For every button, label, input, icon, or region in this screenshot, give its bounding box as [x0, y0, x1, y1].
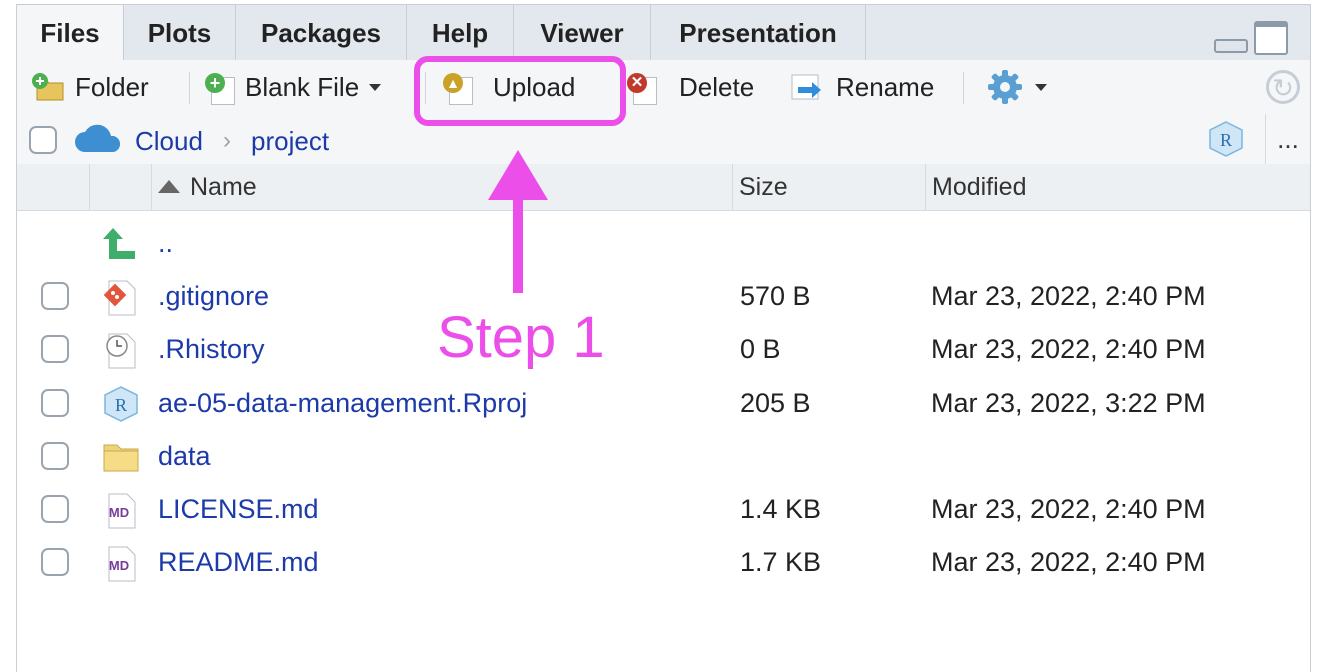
arrow-shaft: [513, 198, 523, 293]
refresh-icon[interactable]: ↻: [1266, 70, 1300, 104]
row-checkbox[interactable]: [41, 388, 69, 417]
gear-icon: [988, 70, 1022, 104]
breadcrumb: Cloud › project R ...: [17, 114, 1310, 165]
svg-text:MD: MD: [109, 505, 129, 520]
name-column-label: Name: [190, 173, 257, 201]
file-size: 1.7 KB: [740, 547, 822, 578]
sort-ascending-icon: [158, 180, 180, 193]
table-row[interactable]: ..: [17, 217, 1310, 270]
git-file-icon: [103, 280, 136, 316]
select-all-checkbox[interactable]: [29, 126, 57, 154]
table-row[interactable]: MD LICENSE.md 1.4 KB Mar 23, 2022, 2:40 …: [17, 483, 1310, 536]
new-folder-button[interactable]: Folder: [31, 60, 149, 114]
file-name[interactable]: README.md: [158, 536, 319, 589]
file-name[interactable]: data: [158, 430, 211, 483]
row-checkbox[interactable]: [41, 441, 69, 470]
chevron-down-icon: [369, 83, 382, 91]
row-checkbox[interactable]: [41, 548, 69, 577]
file-modified: Mar 23, 2022, 3:22 PM: [931, 387, 1206, 418]
file-modified: Mar 23, 2022, 2:40 PM: [931, 334, 1206, 365]
tab-packages[interactable]: Packages: [236, 5, 407, 61]
arrow-up-icon: [488, 150, 548, 200]
files-toolbar: Folder + Blank File ▲ Upload ✕ Delete Re…: [17, 60, 1310, 115]
markdown-file-icon: MD: [108, 493, 136, 529]
pane-tabstrip: Files Plots Packages Help Viewer Present…: [17, 4, 1310, 62]
icon-column-header: [89, 164, 151, 210]
toolbar-divider: [189, 72, 190, 104]
svg-text:R: R: [115, 395, 127, 415]
size-column-header[interactable]: Size: [732, 164, 925, 210]
row-checkbox[interactable]: [41, 335, 69, 364]
tab-help[interactable]: Help: [407, 5, 514, 61]
rename-button[interactable]: Rename: [790, 60, 934, 114]
chevron-down-icon: [1035, 83, 1047, 91]
rename-icon: [791, 74, 821, 100]
file-name[interactable]: LICENSE.md: [158, 483, 319, 536]
breadcrumb-separator-icon: ›: [223, 127, 231, 154]
svg-text:R: R: [1220, 130, 1232, 150]
name-column-header[interactable]: Name: [151, 164, 732, 210]
toolbar-divider: [963, 72, 964, 104]
new-folder-icon: [32, 73, 64, 101]
delete-button[interactable]: ✕ Delete: [627, 60, 754, 114]
rename-label: Rename: [836, 71, 935, 102]
size-column-label: Size: [739, 173, 788, 201]
step-label: Step 1: [437, 305, 605, 370]
file-size: 205 B: [740, 387, 811, 418]
file-size: 1.4 KB: [740, 493, 822, 524]
breadcrumb-cloud[interactable]: Cloud: [135, 114, 203, 164]
history-file-icon: [106, 333, 136, 369]
blank-file-label: Blank File: [245, 71, 360, 102]
tab-files[interactable]: Files: [17, 5, 124, 62]
upload-highlight-box: [414, 56, 626, 126]
delete-label: Delete: [679, 71, 755, 102]
files-pane: Files Plots Packages Help Viewer Present…: [16, 4, 1311, 672]
file-modified: Mar 23, 2022, 2:40 PM: [931, 493, 1206, 524]
table-row[interactable]: .Rhistory 0 B Mar 23, 2022, 2:40 PM: [17, 323, 1310, 376]
modified-column-label: Modified: [932, 173, 1027, 201]
table-row[interactable]: MD README.md 1.7 KB Mar 23, 2022, 2:40 P…: [17, 536, 1310, 589]
rproj-file-icon: R: [104, 385, 138, 422]
tab-plots[interactable]: Plots: [124, 5, 236, 61]
file-size: 0 B: [740, 334, 781, 365]
file-modified: Mar 23, 2022, 2:40 PM: [931, 547, 1206, 578]
row-checkbox[interactable]: [41, 282, 69, 311]
more-settings-button[interactable]: [985, 60, 1047, 114]
table-row[interactable]: R ae-05-data-management.Rproj 205 B Mar …: [17, 377, 1310, 430]
cloud-icon: [75, 124, 121, 152]
new-blank-file-icon: +: [205, 73, 235, 105]
tab-presentation[interactable]: Presentation: [651, 5, 866, 61]
modified-column-header[interactable]: Modified: [925, 164, 1310, 210]
new-folder-label: Folder: [75, 71, 149, 102]
breadcrumb-project[interactable]: project: [251, 114, 329, 164]
file-name[interactable]: .Rhistory: [158, 323, 265, 376]
file-modified: Mar 23, 2022, 2:40 PM: [931, 281, 1206, 312]
row-checkbox[interactable]: [41, 494, 69, 523]
r-project-icon[interactable]: R: [1207, 120, 1245, 158]
blank-file-button[interactable]: + Blank File: [205, 60, 382, 114]
markdown-file-icon: MD: [108, 546, 136, 582]
minimize-pane-icon[interactable]: [1214, 39, 1248, 53]
file-list-header: Name Size Modified: [17, 164, 1310, 211]
more-options-button[interactable]: ...: [1265, 114, 1310, 164]
maximize-pane-icon[interactable]: [1254, 21, 1288, 55]
folder-icon: [103, 444, 139, 472]
table-row[interactable]: data: [17, 430, 1310, 483]
file-name[interactable]: ..: [158, 217, 173, 270]
table-row[interactable]: .gitignore 570 B Mar 23, 2022, 2:40 PM: [17, 270, 1310, 323]
file-name[interactable]: ae-05-data-management.Rproj: [158, 377, 527, 430]
delete-icon: ✕: [627, 73, 657, 105]
parent-dir-icon: [103, 228, 135, 259]
file-size: 570 B: [740, 281, 811, 312]
svg-text:MD: MD: [109, 558, 129, 573]
tab-viewer[interactable]: Viewer: [514, 5, 651, 61]
file-list: .. .gitignore 570 B Mar 23, 2022, 2:40 P…: [17, 217, 1310, 589]
file-name[interactable]: .gitignore: [158, 270, 269, 323]
